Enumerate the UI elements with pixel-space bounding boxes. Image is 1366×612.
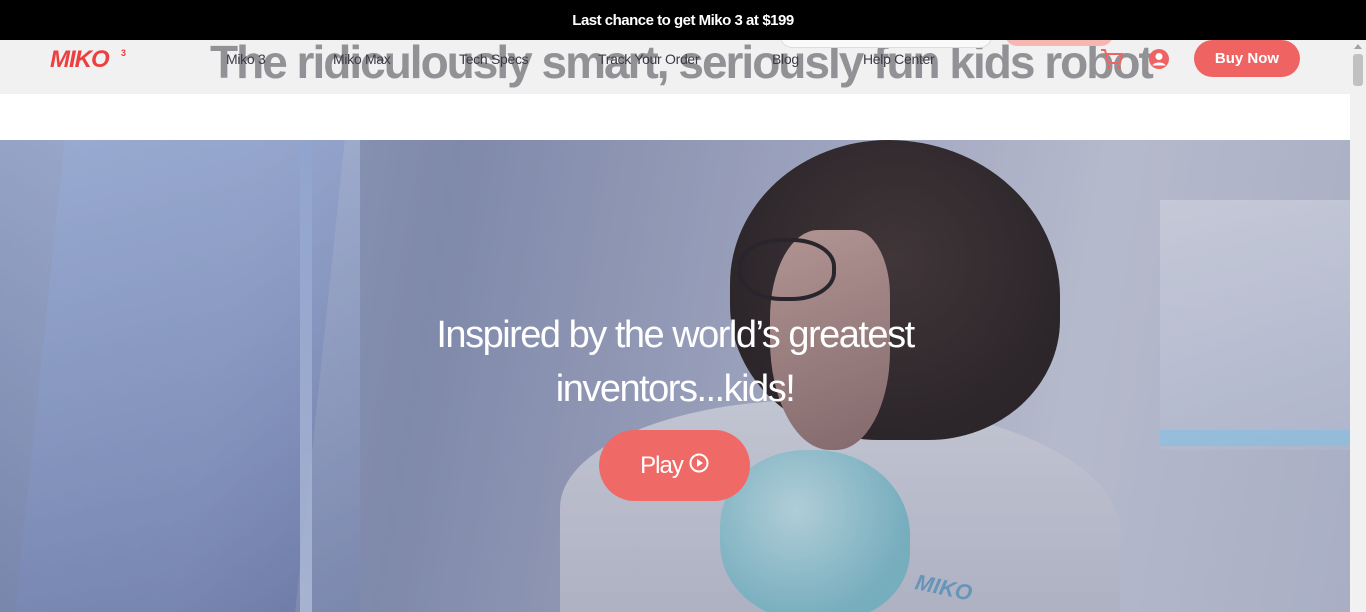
scroll-up-arrow-icon[interactable] — [1354, 44, 1362, 49]
page: The ridiculously smart, seriously fun ki… — [0, 40, 1350, 612]
nav-item-tech-specs[interactable]: Tech Specs — [459, 51, 529, 67]
buy-now-button[interactable]: Buy Now — [1194, 40, 1300, 77]
page-scrollbar[interactable] — [1350, 40, 1366, 612]
nav-item-miko-3[interactable]: Miko 3 — [226, 51, 266, 67]
promo-text: Last chance to get Miko 3 at — [572, 11, 759, 29]
nav-item-help-center[interactable]: Help Center — [863, 51, 935, 67]
nav-item-miko-max[interactable]: Miko Max — [333, 51, 391, 67]
hero-title: Inspired by the world’s greatest invento… — [0, 308, 1350, 416]
hero-banner: MIKO Inspired by the world’s greatest in… — [0, 140, 1350, 612]
user-circle-icon[interactable] — [1148, 48, 1170, 70]
nav-item-blog[interactable]: Blog — [772, 51, 799, 67]
cart-icon[interactable] — [1100, 48, 1124, 70]
nav-item-track-order[interactable]: Track Your Order — [598, 51, 700, 67]
hero-title-line-2: inventors...kids! — [555, 368, 796, 410]
play-circle-icon — [689, 452, 709, 480]
scroll-thumb[interactable] — [1353, 54, 1363, 86]
hero-title-line-1: Inspired by the world’s greatest — [436, 314, 915, 356]
promo-price: $199 — [762, 11, 794, 29]
site-header: The ridiculously smart, seriously fun ki… — [0, 40, 1350, 94]
play-label: Play — [640, 451, 684, 479]
promo-bar: Last chance to get Miko 3 at $199 — [0, 0, 1366, 40]
play-button[interactable]: Play — [599, 430, 750, 501]
